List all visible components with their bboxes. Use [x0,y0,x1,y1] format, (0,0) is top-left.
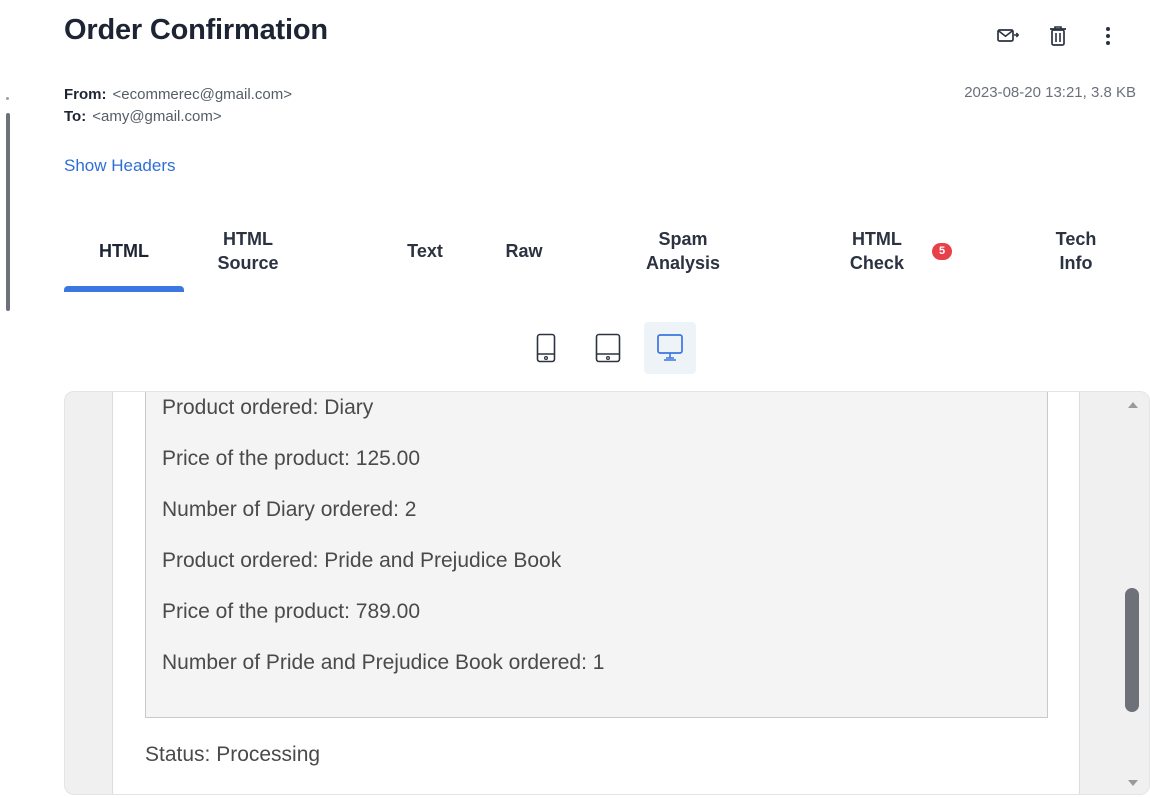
desktop-view-button[interactable] [644,322,696,374]
tab-spam-line1: Spam [658,229,708,249]
forward-button[interactable] [994,22,1022,50]
mobile-view-button[interactable] [520,322,572,374]
tab-html-check[interactable]: HTML Check 5 [826,210,976,292]
scroll-down-arrow[interactable] [1128,780,1138,786]
desktop-icon [657,334,683,361]
product-line-4: Product ordered: Pride and Prejudice Boo… [162,549,562,572]
tab-spam-line2: Analysis [645,253,721,273]
tab-bar: HTML HTML Source Text Raw Spam Analysis … [64,210,1144,292]
tab-html-source[interactable]: HTML Source [198,210,298,292]
email-actions [994,22,1122,50]
rail-scroll-thumb[interactable] [6,113,10,311]
tab-html-source-line2: Source [217,253,279,273]
tab-raw[interactable]: Raw [494,210,554,292]
from-value: <ecommerec@gmail.com> [112,86,292,103]
from-label: From: [64,86,107,103]
tab-tech-line1: Tech [1055,229,1097,249]
product-line-2: Price of the product: 125.00 [162,447,420,470]
from-row: From: <ecommerec@gmail.com> [64,84,292,106]
tab-spam-analysis[interactable]: Spam Analysis [628,210,738,292]
device-switcher [520,322,696,374]
to-row: To: <amy@gmail.com> [64,106,292,128]
trash-icon [1050,26,1066,46]
more-button[interactable] [1094,22,1122,50]
delete-button[interactable] [1044,22,1072,50]
more-vertical-icon [1106,27,1110,45]
product-line-1: Product ordered: Diary [162,396,374,419]
tab-html[interactable]: HTML [64,210,184,292]
email-body: Product ordered: Diary Price of the prod… [112,392,1080,794]
tab-html-check-line2: Check [849,253,904,273]
tab-html-source-line1: HTML [223,229,273,249]
tab-text-label: Text [407,241,443,261]
order-status: Status: Processing [145,743,321,766]
order-details-box: Product ordered: Diary Price of the prod… [145,392,1048,718]
preview-scrollbar[interactable] [1117,392,1149,794]
email-meta: From: <ecommerec@gmail.com> To: <amy@gmail… [64,84,292,128]
to-value: <amy@gmail.com> [92,108,222,125]
tablet-icon [595,333,621,363]
product-line-6: Number of Pride and Prejudice Book order… [162,651,605,674]
scroll-thumb[interactable] [1125,588,1139,712]
email-subject: Order Confirmation [64,14,328,46]
show-headers-link[interactable]: Show Headers [64,156,176,176]
to-label: To: [64,108,87,125]
rail-dot [6,97,9,100]
email-preview-frame: Product ordered: Diary Price of the prod… [64,391,1150,795]
product-line-5: Price of the product: 789.00 [162,600,420,623]
active-tab-indicator [64,286,184,292]
tab-tech-info[interactable]: Tech Info [1036,210,1116,292]
tab-html-label: HTML [99,241,149,261]
tab-html-check-line1: HTML [851,229,902,249]
tab-raw-label: Raw [505,241,543,261]
html-check-count-badge: 5 [931,242,953,260]
left-scroll-rail [0,0,14,798]
tab-text[interactable]: Text [390,210,460,292]
date-size: 2023-08-20 13:21, 3.8 KB [964,84,1136,101]
tablet-view-button[interactable] [582,322,634,374]
product-line-3: Number of Diary ordered: 2 [162,498,417,521]
scroll-up-arrow[interactable] [1128,402,1138,408]
envelope-forward-icon [997,29,1019,42]
tab-tech-line2: Info [1059,253,1093,273]
mobile-icon [536,333,556,363]
